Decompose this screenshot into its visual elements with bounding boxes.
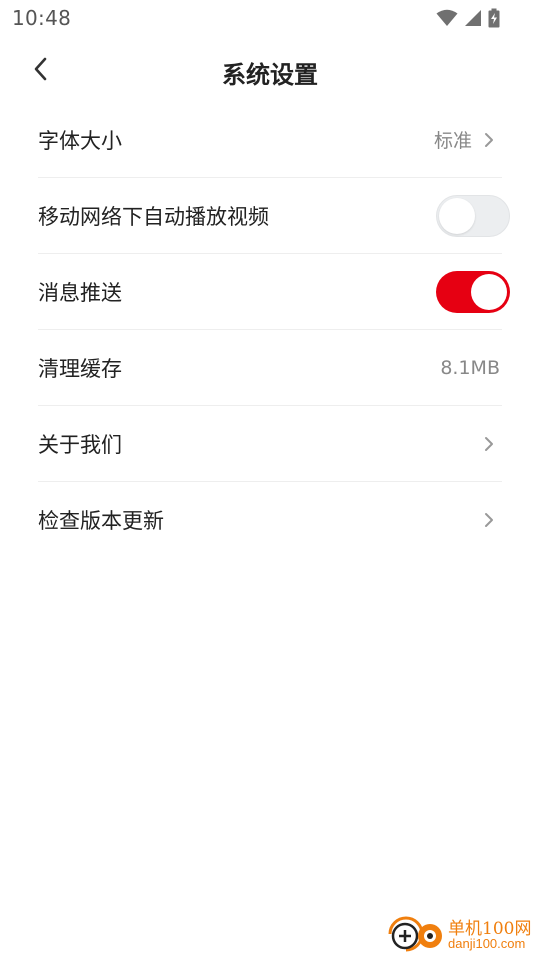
setting-label: 清理缓存 — [38, 356, 122, 381]
chevron-right-icon — [482, 511, 496, 529]
setting-label: 移动网络下自动播放视频 — [38, 204, 269, 229]
setting-label: 检查版本更新 — [38, 508, 164, 533]
setting-label: 关于我们 — [38, 432, 122, 457]
page-title: 系统设置 — [222, 61, 318, 89]
setting-label: 字体大小 — [38, 128, 122, 153]
setting-about-us[interactable]: 关于我们 — [38, 406, 502, 482]
setting-push-notifications: 消息推送 — [38, 254, 510, 330]
toggle-knob — [439, 197, 475, 234]
status-bar: 10:48 — [0, 0, 540, 36]
setting-clear-cache[interactable]: 清理缓存 8.1MB — [38, 330, 502, 406]
wifi-icon — [436, 9, 458, 27]
cellular-signal-icon — [464, 9, 482, 27]
watermark-domain: danji100.com — [448, 936, 526, 951]
app-header: 系统设置 — [0, 44, 540, 98]
setting-label: 消息推送 — [38, 280, 122, 305]
status-icons — [436, 7, 500, 29]
status-time: 10:48 — [12, 6, 72, 30]
watermark-logo-icon — [386, 916, 446, 956]
cache-size-value: 8.1MB — [440, 356, 500, 379]
setting-autoplay-mobile: 移动网络下自动播放视频 — [38, 178, 510, 254]
battery-charging-icon — [488, 8, 500, 28]
chevron-right-icon — [482, 131, 496, 149]
push-toggle[interactable] — [436, 270, 510, 313]
watermark: 单机100网 danji100.com — [386, 914, 536, 958]
toggle-knob — [471, 273, 507, 310]
chevron-right-icon — [482, 435, 496, 453]
settings-list: 字体大小 标准 移动网络下自动播放视频 消息推送 清理缓存 8.1MB 关于我们 — [38, 102, 510, 557]
setting-check-update[interactable]: 检查版本更新 — [38, 482, 502, 557]
setting-value: 标准 — [433, 130, 472, 152]
autoplay-toggle[interactable] — [436, 194, 510, 237]
setting-font-size[interactable]: 字体大小 标准 — [38, 102, 502, 178]
